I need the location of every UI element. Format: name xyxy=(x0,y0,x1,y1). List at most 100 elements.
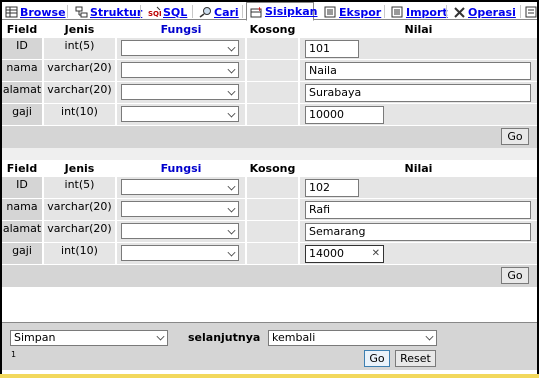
null-cell xyxy=(247,82,298,103)
tab-sql[interactable]: SQL SQL xyxy=(148,4,187,20)
tab-struktur[interactable]: Struktur xyxy=(75,4,142,20)
field-type: int(5) xyxy=(44,38,115,59)
value-input[interactable]: Surabaya xyxy=(305,84,531,102)
chevron-down-icon xyxy=(227,43,236,52)
field-name: nama xyxy=(2,60,42,81)
function-cell xyxy=(117,221,245,242)
field-name: ID xyxy=(2,177,42,198)
null-cell xyxy=(247,177,298,198)
null-cell xyxy=(247,38,298,59)
action-select[interactable]: Simpan xyxy=(10,330,168,346)
header-nilai: Nilai xyxy=(404,23,433,36)
field-name: gaji xyxy=(2,243,42,264)
function-select[interactable] xyxy=(121,179,239,195)
value-cell: Naila xyxy=(300,60,537,81)
field-type: varchar(20) xyxy=(44,221,115,242)
clear-icon[interactable]: ✕ xyxy=(372,246,380,262)
table-row: alamat varchar(20) Surabaya xyxy=(2,82,537,103)
value-text: 14000 xyxy=(309,247,344,260)
status-strip xyxy=(0,374,539,378)
chevron-down-icon xyxy=(227,204,236,213)
field-type: int(10) xyxy=(44,243,115,264)
tab-browse[interactable]: Browse xyxy=(5,4,66,20)
null-cell xyxy=(247,243,298,264)
value-cell: 101 xyxy=(300,38,537,59)
tab-separator xyxy=(192,5,193,18)
table-row: nama varchar(20) Rafi xyxy=(2,199,537,220)
function-select[interactable] xyxy=(121,201,239,217)
field-name: alamat xyxy=(2,82,42,103)
table-row: gaji int(10) 14000 ✕ xyxy=(2,243,537,264)
table-row: alamat varchar(20) Semarang xyxy=(2,221,537,242)
null-cell xyxy=(247,104,298,125)
value-input[interactable]: 102 xyxy=(305,179,359,197)
function-select[interactable] xyxy=(121,40,239,56)
go-button[interactable]: Go xyxy=(364,350,390,367)
svg-text:+: + xyxy=(257,6,262,13)
header-field: Field xyxy=(6,23,38,36)
null-cell xyxy=(247,221,298,242)
sql-icon: SQL xyxy=(148,6,164,18)
table-row: ID int(5) 101 xyxy=(2,38,537,59)
tab-separator xyxy=(384,5,385,18)
tab-sisipkan[interactable]: + Sisipkan xyxy=(246,2,317,21)
field-name: alamat xyxy=(2,221,42,242)
value-input[interactable]: Rafi xyxy=(305,201,531,219)
table-header: Field Jenis Fungsi Kosong Nilai xyxy=(2,161,537,177)
tab-label: Operasi xyxy=(468,5,516,19)
tab-separator xyxy=(140,5,141,18)
table-header: Field Jenis Fungsi Kosong Nilai xyxy=(2,22,537,38)
value-input[interactable]: Naila xyxy=(305,62,531,80)
go-button[interactable]: Go xyxy=(501,128,529,145)
spacer xyxy=(2,287,537,322)
svg-text:SQL: SQL xyxy=(148,10,161,18)
structure-icon xyxy=(75,6,88,18)
next-action-select[interactable]: kembali xyxy=(268,330,437,346)
function-cell xyxy=(117,60,245,81)
function-select[interactable] xyxy=(121,62,239,78)
table-row: nama varchar(20) Naila xyxy=(2,60,537,81)
function-cell xyxy=(117,199,245,220)
value-cell: 102 xyxy=(300,177,537,198)
chevron-down-icon xyxy=(425,332,434,341)
chevron-down-icon xyxy=(227,65,236,74)
tab-separator xyxy=(67,5,68,18)
tab-operasi[interactable]: Operasi xyxy=(453,4,516,20)
value-input[interactable]: 10000 xyxy=(305,106,384,124)
insert-page: Browse Struktur SQL SQL Cari + Sisipkan … xyxy=(2,2,537,374)
function-cell xyxy=(117,177,245,198)
chevron-down-icon xyxy=(227,182,236,191)
header-kosong: Kosong xyxy=(249,23,296,36)
chevron-down-icon xyxy=(227,109,236,118)
field-type: int(5) xyxy=(44,177,115,198)
value-cell: 10000 xyxy=(300,104,537,125)
function-select[interactable] xyxy=(121,84,239,100)
null-cell xyxy=(247,199,298,220)
field-type: varchar(20) xyxy=(44,60,115,81)
import-icon xyxy=(391,6,404,18)
tab-import[interactable]: Import xyxy=(391,4,448,20)
function-select[interactable] xyxy=(121,245,239,261)
insert-footer: Simpan selanjutnya kembali 1 Go Reset xyxy=(2,322,537,370)
browse-icon xyxy=(5,6,18,18)
field-type: varchar(20) xyxy=(44,199,115,220)
function-select[interactable] xyxy=(121,223,239,239)
field-name: nama xyxy=(2,199,42,220)
go-button[interactable]: Go xyxy=(501,267,529,284)
tab-ekspor[interactable]: Ekspor xyxy=(324,4,381,20)
header-field: Field xyxy=(6,162,38,175)
more-icon xyxy=(525,6,537,18)
next-label: selanjutnya xyxy=(188,331,261,344)
value-input[interactable]: Semarang xyxy=(305,223,531,241)
function-select[interactable] xyxy=(121,106,239,122)
function-cell xyxy=(117,82,245,103)
value-input-focused[interactable]: 14000 ✕ xyxy=(305,245,384,263)
value-input[interactable]: 101 xyxy=(305,40,359,58)
reset-button[interactable]: Reset xyxy=(395,350,436,367)
record-separator xyxy=(2,148,537,160)
tab-cari[interactable]: Cari xyxy=(199,4,239,20)
tab-more[interactable] xyxy=(525,4,537,20)
null-cell xyxy=(247,60,298,81)
operations-icon xyxy=(453,6,466,18)
tab-separator xyxy=(446,5,447,18)
